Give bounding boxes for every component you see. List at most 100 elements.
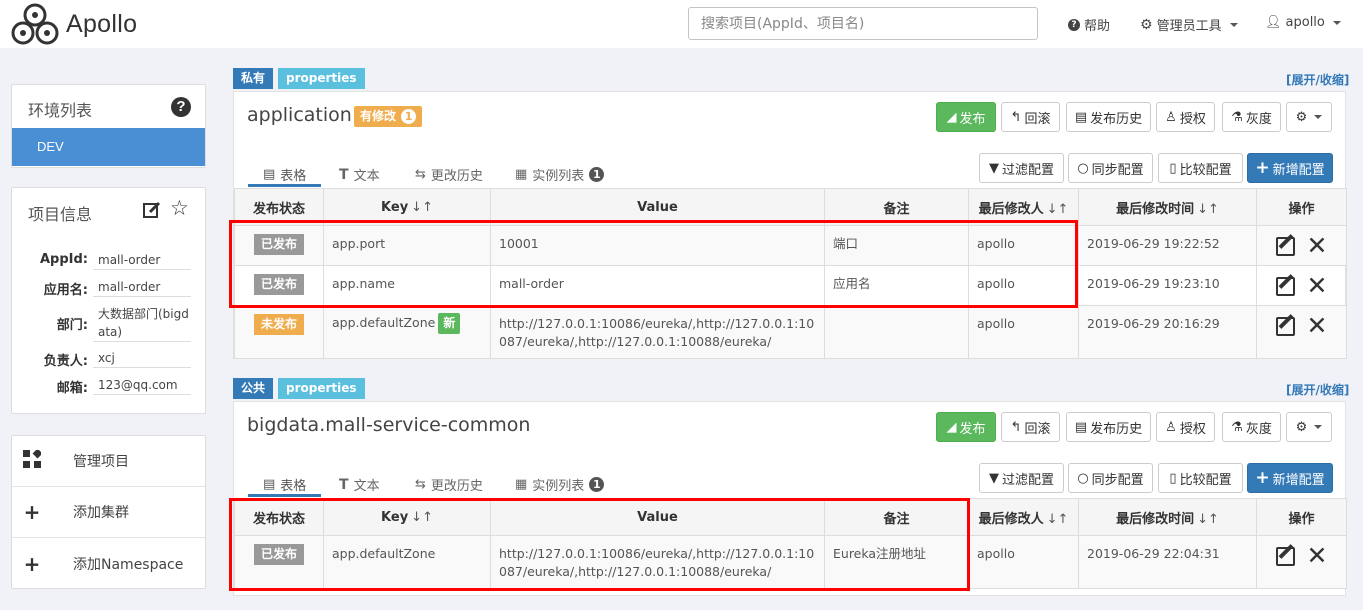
admin-tools-dropdown[interactable]: ⚙ 管理员工具 <box>1140 15 1238 34</box>
chevron-down-icon <box>1332 20 1341 25</box>
settings-dropdown[interactable]: ⚙ <box>1286 102 1332 132</box>
namespace-panel-application: application 有修改 1 ◢ 发布 ↰ 回滚 ▤ 发布历史 ♙ 授权 ⚗ 灰度 ⚙… <box>233 91 1347 359</box>
filter-config-button[interactable]: ▼ 过滤配置 <box>979 153 1064 183</box>
tab-text-label: 文本 <box>353 479 380 494</box>
send-icon: ◢ <box>946 419 957 435</box>
chevron-down-icon <box>1314 425 1323 429</box>
filter-config-label: 过滤配置 <box>1001 162 1054 178</box>
tab-instances[interactable]: ▦ 实例列表 1 <box>515 165 605 184</box>
publish-button[interactable]: ◢ 发布 <box>936 412 996 442</box>
sync-config-label: 同步配置 <box>1091 472 1144 488</box>
instances-count-badge: 1 <box>589 477 605 492</box>
edit-icon[interactable] <box>1275 276 1295 296</box>
sort-icon: ↓↑ <box>411 509 433 525</box>
user-dropdown[interactable]: 👤︎ apollo <box>1265 15 1341 30</box>
user-icon: ♙ <box>1165 419 1177 435</box>
tab-table[interactable]: ▤ 表格 <box>263 165 306 184</box>
config-key: app.name <box>323 265 491 306</box>
tab-change-history[interactable]: ⇆ 更改历史 <box>415 165 483 184</box>
delete-icon[interactable]: ✕ <box>1307 233 1328 258</box>
sync-config-button[interactable]: ○ 同步配置 <box>1068 463 1153 493</box>
active-tab-underline <box>248 494 321 497</box>
question-circle-icon[interactable]: ? <box>171 97 191 117</box>
config-value: http://127.0.0.1:10086/eureka/,http://12… <box>490 535 825 589</box>
add-config-button[interactable]: + 新增配置 <box>1247 153 1333 183</box>
filter-config-label: 过滤配置 <box>1001 472 1054 488</box>
authorize-button[interactable]: ♙ 授权 <box>1156 102 1215 132</box>
settings-dropdown[interactable]: ⚙ <box>1286 412 1332 442</box>
compare-config-button[interactable]: ▯ 比较配置 <box>1158 463 1243 493</box>
format-tag: properties <box>278 378 365 399</box>
column-header-modifier[interactable]: 最后修改人 ↓↑ <box>968 188 1079 226</box>
delete-icon[interactable]: ✕ <box>1307 543 1328 568</box>
release-history-button[interactable]: ▤ 发布历史 <box>1066 102 1151 132</box>
modifier-header-label: 最后修改人 <box>978 511 1044 527</box>
publish-button[interactable]: ◢ 发布 <box>936 102 996 132</box>
config-modifier: apollo <box>968 265 1079 306</box>
star-icon[interactable]: ☆ <box>170 198 189 220</box>
column-header-key[interactable]: Key ↓↑ <box>323 498 491 536</box>
plus-icon: + <box>23 500 41 524</box>
search-input[interactable] <box>688 7 1038 40</box>
filter-icon: ▼ <box>988 160 999 176</box>
delete-icon[interactable]: ✕ <box>1307 273 1328 298</box>
column-header-modified-time[interactable]: 最后修改时间 ↓↑ <box>1078 498 1257 536</box>
expand-collapse-toggle[interactable]: [展开/收缩] <box>1286 71 1349 88</box>
key-header-label: Key <box>381 199 409 215</box>
add-cluster-button[interactable]: + 添加集群 <box>12 487 205 538</box>
compare-config-button[interactable]: ▯ 比较配置 <box>1158 153 1243 183</box>
gear-icon: ⚙ <box>1295 109 1308 125</box>
namespace-title: application <box>247 104 352 126</box>
gray-release-button[interactable]: ⚗ 灰度 <box>1222 412 1281 442</box>
config-modified-time: 2019-06-29 20:16:29 <box>1078 305 1257 359</box>
config-modifier: apollo <box>968 225 1079 266</box>
tab-text[interactable]: T 文本 <box>339 165 380 185</box>
modified-count: 1 <box>401 109 417 124</box>
edit-icon[interactable] <box>1275 236 1295 256</box>
tab-text[interactable]: T 文本 <box>339 475 380 495</box>
file-icon: ▯ <box>1169 470 1177 486</box>
field-label-department: 部门: <box>56 318 88 333</box>
config-comment <box>824 305 969 359</box>
flask-icon: ⚗ <box>1231 109 1243 125</box>
edit-icon[interactable] <box>143 201 161 222</box>
apollo-logo[interactable]: Apollo <box>10 2 146 46</box>
manage-project-button[interactable]: 管理项目 <box>12 436 205 487</box>
expand-collapse-toggle[interactable]: [展开/收缩] <box>1286 381 1349 398</box>
filter-config-button[interactable]: ▼ 过滤配置 <box>979 463 1064 493</box>
server-icon: ▦ <box>515 477 528 492</box>
modified-label: 有修改 <box>360 109 397 123</box>
send-icon: ◢ <box>946 109 957 125</box>
help-link[interactable]: ? 帮助 <box>1068 15 1110 34</box>
delete-icon[interactable]: ✕ <box>1307 313 1328 338</box>
edit-icon[interactable] <box>1275 546 1295 566</box>
sync-config-button[interactable]: ○ 同步配置 <box>1068 153 1153 183</box>
rollback-button[interactable]: ↰ 回滚 <box>1001 102 1060 132</box>
question-circle-icon: ? <box>1068 18 1080 31</box>
env-item-dev[interactable]: DEV <box>12 128 205 166</box>
add-config-button[interactable]: + 新增配置 <box>1247 463 1333 493</box>
config-key: app.port <box>323 225 491 266</box>
add-namespace-button[interactable]: + 添加Namespace <box>12 538 205 589</box>
table-row: 已发布 app.port 10001 端口 apollo 2019-06-29 … <box>234 225 1347 266</box>
edit-icon[interactable] <box>1275 316 1295 336</box>
tab-table[interactable]: ▤ 表格 <box>263 475 306 494</box>
column-header-modifier[interactable]: 最后修改人 ↓↑ <box>968 498 1079 536</box>
gray-release-button[interactable]: ⚗ 灰度 <box>1222 102 1281 132</box>
tab-change-history[interactable]: ⇆ 更改历史 <box>415 475 483 494</box>
refresh-icon: ○ <box>1077 470 1089 486</box>
column-header-modified-time[interactable]: 最后修改时间 ↓↑ <box>1078 188 1257 226</box>
config-comment: Eureka注册地址 <box>824 535 969 589</box>
status-badge: 已发布 <box>253 544 304 565</box>
manage-project-label: 管理项目 <box>73 454 129 470</box>
column-header-actions: 操作 <box>1256 188 1347 226</box>
sort-icon: ↓↑ <box>1197 201 1219 217</box>
column-header-comment: 备注 <box>824 498 969 536</box>
column-header-comment: 备注 <box>824 188 969 226</box>
column-header-key[interactable]: Key ↓↑ <box>323 188 491 226</box>
compare-config-label: 比较配置 <box>1179 472 1232 488</box>
tab-instances[interactable]: ▦ 实例列表 1 <box>515 475 605 494</box>
rollback-button[interactable]: ↰ 回滚 <box>1001 412 1060 442</box>
authorize-button[interactable]: ♙ 授权 <box>1156 412 1215 442</box>
release-history-button[interactable]: ▤ 发布历史 <box>1066 412 1151 442</box>
